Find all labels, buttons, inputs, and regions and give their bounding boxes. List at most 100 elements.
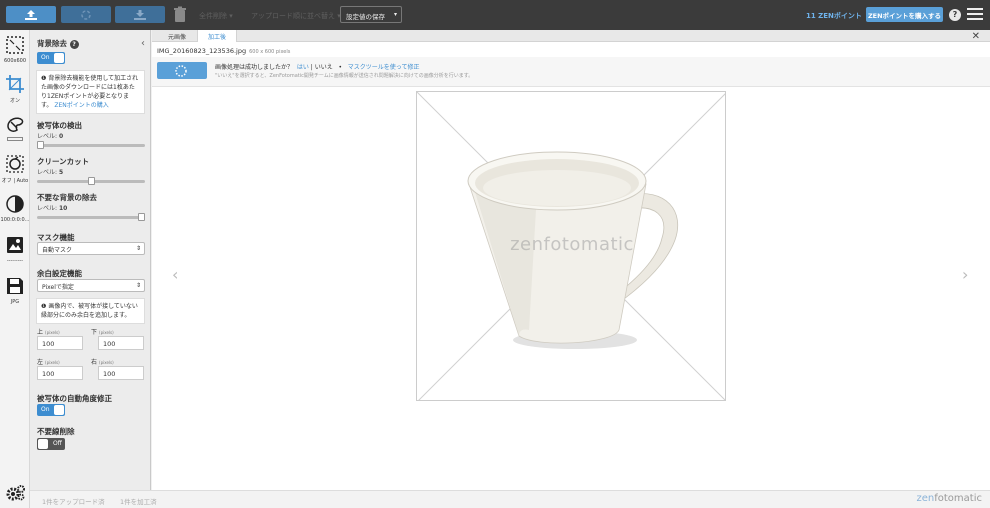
top-label: 上 <box>37 329 44 336</box>
unit-label: (pixels) <box>99 360 114 365</box>
left-label: 左 <box>37 359 44 366</box>
unwanted-bg-title: 不要な背景の除去 <box>37 193 97 202</box>
separator: | <box>310 64 313 71</box>
auto-adjust-tool[interactable]: オフ | Auto <box>0 154 30 184</box>
margin-top-label: 上 (pixels) <box>37 327 60 336</box>
settings-save-label: 設定値の保存 <box>346 13 385 21</box>
processing-button[interactable] <box>157 62 207 79</box>
processed-image-frame: zenfotomatic <box>416 91 726 401</box>
tool-rail: 600x600 オン オフ | Auto 100:0:0:0... ------… <box>0 30 30 508</box>
help-icon[interactable]: ? <box>949 9 961 21</box>
right-label: 右 <box>91 359 98 366</box>
bg-removal-heading: 背景除去 ? <box>37 38 79 49</box>
trash-icon[interactable] <box>173 6 187 23</box>
download-button[interactable] <box>115 6 165 23</box>
save-format-label: JPG <box>10 299 20 305</box>
unwanted-bg-level: レベル: 10 <box>37 203 67 212</box>
brand-part-b: fotomatic <box>934 493 982 504</box>
delete-all-menu[interactable]: 全件削除 ▾ <box>199 11 233 21</box>
slider-thumb[interactable] <box>138 213 145 221</box>
buy-points-link[interactable]: ZENポイントの購入 <box>54 102 108 109</box>
clean-cut-slider[interactable] <box>37 177 145 185</box>
next-image-arrow[interactable]: › <box>962 265 968 284</box>
contrast-tool[interactable]: 100:0:0:0... <box>0 194 30 223</box>
file-name: IMG_20160823_123536.jpg <box>157 47 247 55</box>
processing-feedback-bar: 画像処理は成功しましたか？ はい | いいえ • マスクツールを使って修正 "い… <box>152 57 990 87</box>
question-text: 画像処理は成功しましたか？ <box>215 64 294 71</box>
mask-select[interactable]: 自動マスク ⇕ <box>37 242 145 255</box>
slider-thumb[interactable] <box>37 141 44 149</box>
slider-thumb[interactable] <box>88 177 95 185</box>
status-footer: 1件をアップロード済 1件を加工済 zenfotomatic <box>30 490 990 508</box>
line-removal-toggle-label: Off <box>53 440 62 447</box>
margin-left-input[interactable]: 100 <box>37 366 83 380</box>
auto-angle-toggle-label: On <box>41 406 50 413</box>
file-info: IMG_20160823_123536.jpg 600 x 600 pixels <box>157 47 290 55</box>
image-effect-icon <box>7 237 23 253</box>
processing-note: "いいえ"を選択すると、ZenFotomatic開発チームに画像情報が送信され問… <box>215 73 474 79</box>
info-icon: ❶ <box>41 303 47 310</box>
unit-label: (pixels) <box>45 360 60 365</box>
brand-logo: zenfotomatic <box>917 493 983 504</box>
hamburger-menu-icon[interactable] <box>967 8 983 21</box>
level-value: 10 <box>58 205 68 212</box>
save-format-tool[interactable]: JPG <box>0 276 30 305</box>
line-removal-title: 不要線削除 <box>37 427 75 436</box>
zen-points-count: 11 ZENポイント <box>806 12 862 20</box>
contrast-icon <box>6 195 24 213</box>
upload-button[interactable] <box>6 6 56 23</box>
tab-processed[interactable]: 加工後 <box>197 30 237 42</box>
uploaded-count: 1件をアップロード済 <box>42 498 105 506</box>
processed-count: 1件を加工済 <box>120 498 157 506</box>
sort-menu[interactable]: アップロード順に並べ替え ▾ <box>251 11 341 21</box>
margin-select-value: Pixelで指定 <box>42 284 74 291</box>
settings-save-select[interactable]: 設定値の保存 ▾ <box>340 6 402 23</box>
main-view: 元画像 加工後 ✕ IMG_20160823_123536.jpg 600 x 6… <box>152 30 990 490</box>
help-circle-icon[interactable]: ? <box>69 40 79 49</box>
margin-right-label: 右 (pixels) <box>91 357 114 366</box>
margin-title: 余白設定機能 <box>37 269 82 278</box>
image-effect-label: --------- <box>6 258 24 264</box>
canvas-size-tool[interactable]: 600x600 <box>0 35 30 64</box>
image-effect-tool[interactable]: --------- <box>0 235 30 264</box>
margin-right-input[interactable]: 100 <box>98 366 144 380</box>
no-link[interactable]: いいえ <box>315 64 333 71</box>
close-icon[interactable]: ✕ <box>972 31 980 42</box>
processing-question: 画像処理は成功しましたか？ はい | いいえ • マスクツールを使って修正 <box>215 62 419 71</box>
settings-gear-icon[interactable] <box>6 484 26 502</box>
top-toolbar: 全件削除 ▾ アップロード順に並べ替え ▾ 設定値の保存 ▾ 11 ZENポイン… <box>0 0 990 30</box>
refresh-icon <box>81 9 91 20</box>
tab-original[interactable]: 元画像 <box>157 30 197 42</box>
refresh-button[interactable] <box>61 6 111 23</box>
toggle-knob <box>38 439 48 449</box>
level-value: 0 <box>58 133 64 140</box>
toggle-knob <box>54 53 64 63</box>
bg-removal-toggle-label: On <box>41 54 50 61</box>
auto-adjust-label: オフ | Auto <box>1 178 29 184</box>
unwanted-bg-slider[interactable] <box>37 213 145 221</box>
prev-image-arrow[interactable]: ‹ <box>172 265 178 284</box>
subject-detect-level: レベル: 0 <box>37 131 63 140</box>
level-label: レベル: <box>37 133 58 140</box>
settings-panel: ‹ 背景除去 ? On ❶ 背景除去機能を使用して加工された画像のダウンロードに… <box>30 30 151 490</box>
bullet: • <box>338 64 343 71</box>
upload-icon <box>25 9 37 20</box>
mask-tool-link[interactable]: マスクツールを使って修正 <box>348 64 420 71</box>
subject-detect-slider[interactable] <box>37 141 145 149</box>
bg-removal-info: ❶ 背景除去機能を使用して加工された画像のダウンロードには1枚あたり1ZENポイ… <box>36 70 145 114</box>
margin-bottom-input[interactable]: 100 <box>98 336 144 350</box>
line-removal-toggle[interactable]: Off <box>37 438 65 450</box>
collapse-panel-icon[interactable]: ‹ <box>141 38 145 49</box>
crop-tool[interactable]: オン <box>0 74 30 104</box>
auto-angle-toggle[interactable]: On <box>37 404 65 416</box>
crop-icon <box>6 75 24 93</box>
color-picker-tool[interactable] <box>0 114 30 141</box>
mask-select-value: 自動マスク <box>42 247 73 254</box>
watermark-text: zenfotomatic <box>510 234 634 255</box>
margin-select[interactable]: Pixelで指定 ⇕ <box>37 279 145 292</box>
buy-points-button[interactable]: ZENポイントを購入する <box>866 7 943 22</box>
margin-top-input[interactable]: 100 <box>37 336 83 350</box>
bg-removal-toggle[interactable]: On <box>37 52 65 64</box>
margin-info: ❶ 画像内で、被写体が接していない縁部分にのみ余白を追加します。 <box>36 298 145 324</box>
yes-link[interactable]: はい <box>297 64 309 71</box>
